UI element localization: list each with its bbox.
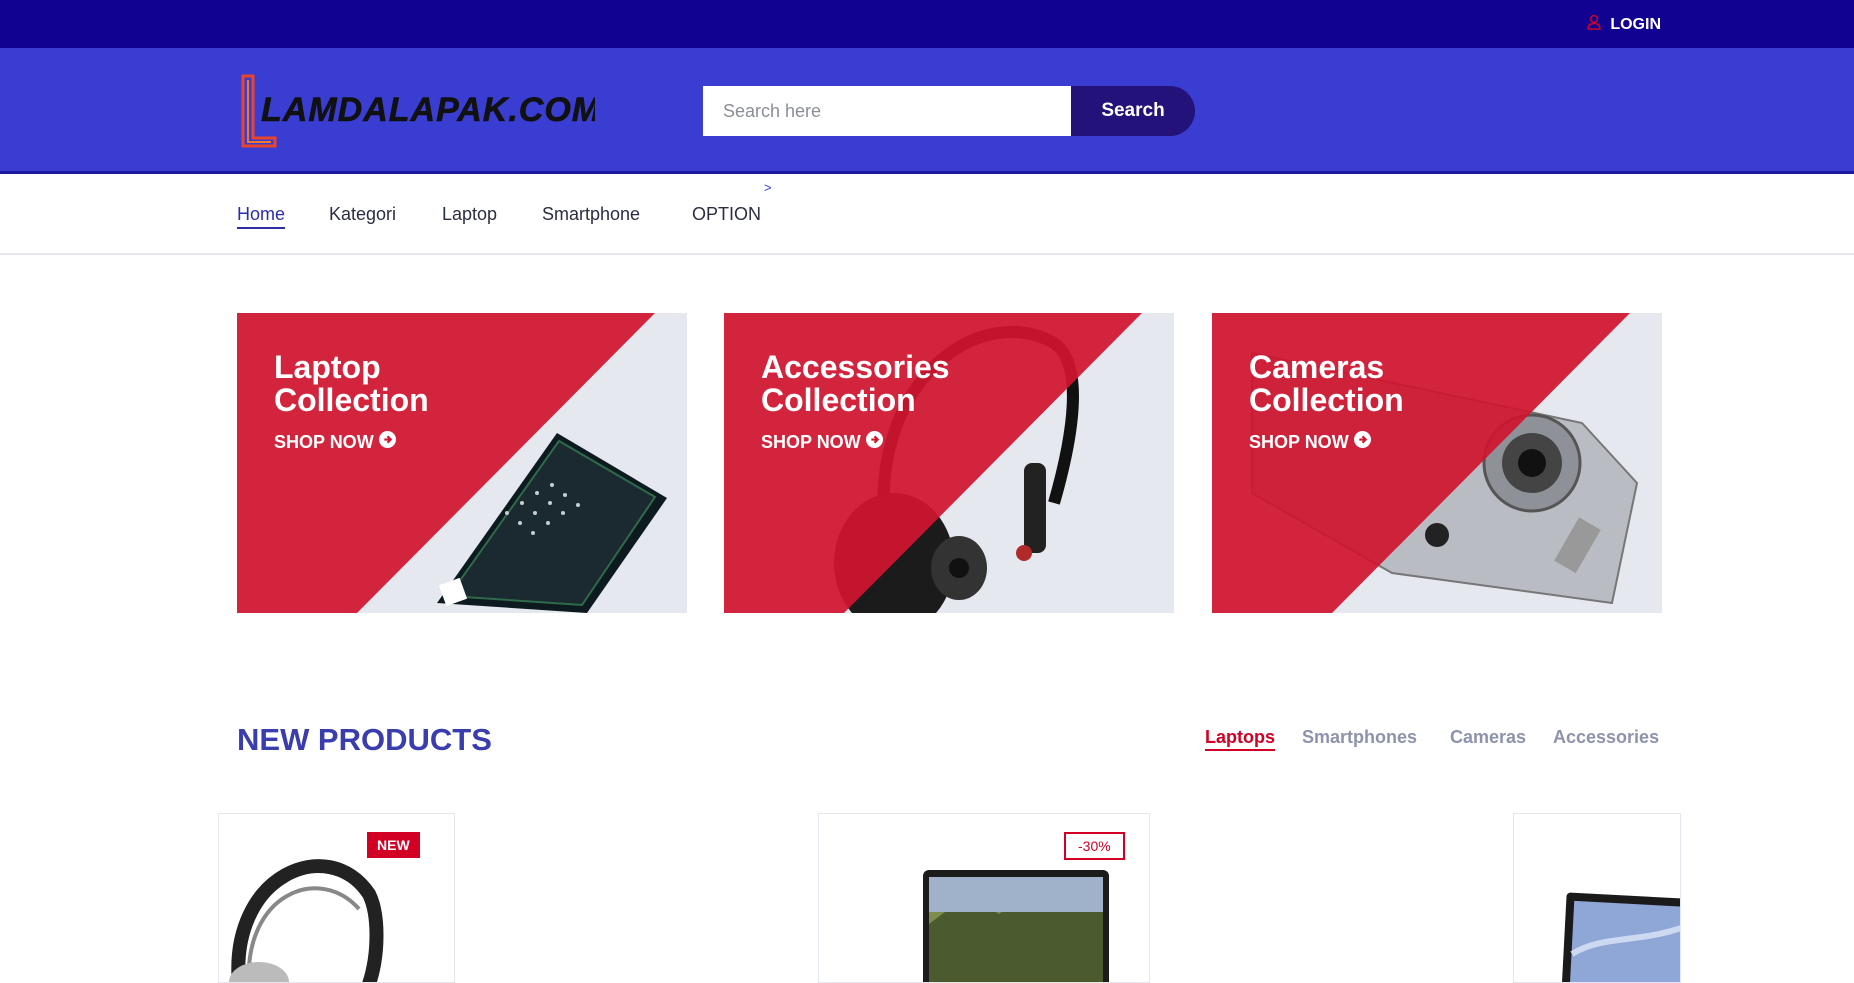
tab-accessories[interactable]: Accessories <box>1553 727 1659 748</box>
collection-title: Accessories Collection <box>761 349 950 418</box>
tab-smartphones[interactable]: Smartphones <box>1302 727 1417 748</box>
collection-cameras[interactable]: Cameras Collection SHOP NOW <box>1212 313 1662 613</box>
product-card[interactable]: -30% <box>818 813 1150 983</box>
login-label: LOGIN <box>1610 15 1661 33</box>
badge-discount: -30% <box>1064 832 1125 860</box>
nav-item-smartphone[interactable]: Smartphone <box>542 204 640 225</box>
nav-item-option[interactable]: OPTION <box>692 204 761 225</box>
nav-item-home[interactable]: Home <box>237 204 286 229</box>
shop-now-link[interactable]: SHOP NOW <box>761 431 883 453</box>
shop-now-link[interactable]: SHOP NOW <box>1249 431 1371 453</box>
section-title: NEW PRODUCTS <box>237 722 492 757</box>
product-card[interactable] <box>1513 813 1681 983</box>
shop-now-link[interactable]: SHOP NOW <box>274 431 396 453</box>
search-bar: Search <box>703 86 1195 136</box>
logo-text: LAMDALAPAK.COM <box>261 91 595 129</box>
product-card[interactable]: NEW <box>218 813 455 983</box>
collection-title: Cameras Collection <box>1249 349 1404 418</box>
search-button[interactable]: Search <box>1071 86 1195 136</box>
arrow-circle-right-icon <box>865 431 883 453</box>
user-icon <box>1586 14 1602 35</box>
search-input[interactable] <box>703 86 1071 136</box>
collection-title: Laptop Collection <box>274 349 429 418</box>
badge-new: NEW <box>367 832 420 858</box>
tab-cameras[interactable]: Cameras <box>1450 727 1526 748</box>
submenu-indicator: > <box>764 180 772 195</box>
nav-item-kategori[interactable]: Kategori <box>329 204 396 225</box>
site-logo[interactable]: LAMDALAPAK.COM <box>239 74 600 148</box>
arrow-circle-right-icon <box>1353 431 1371 453</box>
collection-accessories[interactable]: Accessories Collection SHOP NOW <box>724 313 1174 613</box>
main-nav: Home Kategori Laptop Smartphone OPTION > <box>0 174 1854 255</box>
collection-laptop[interactable]: Laptop Collection SHOP NOW <box>237 313 687 613</box>
nav-item-laptop[interactable]: Laptop <box>442 204 497 225</box>
top-bar: LOGIN <box>0 0 1854 48</box>
login-link[interactable]: LOGIN <box>1586 14 1661 35</box>
arrow-circle-right-icon <box>378 431 396 453</box>
tablet-product-image <box>1561 892 1680 982</box>
tab-laptops[interactable]: Laptops <box>1205 727 1275 751</box>
